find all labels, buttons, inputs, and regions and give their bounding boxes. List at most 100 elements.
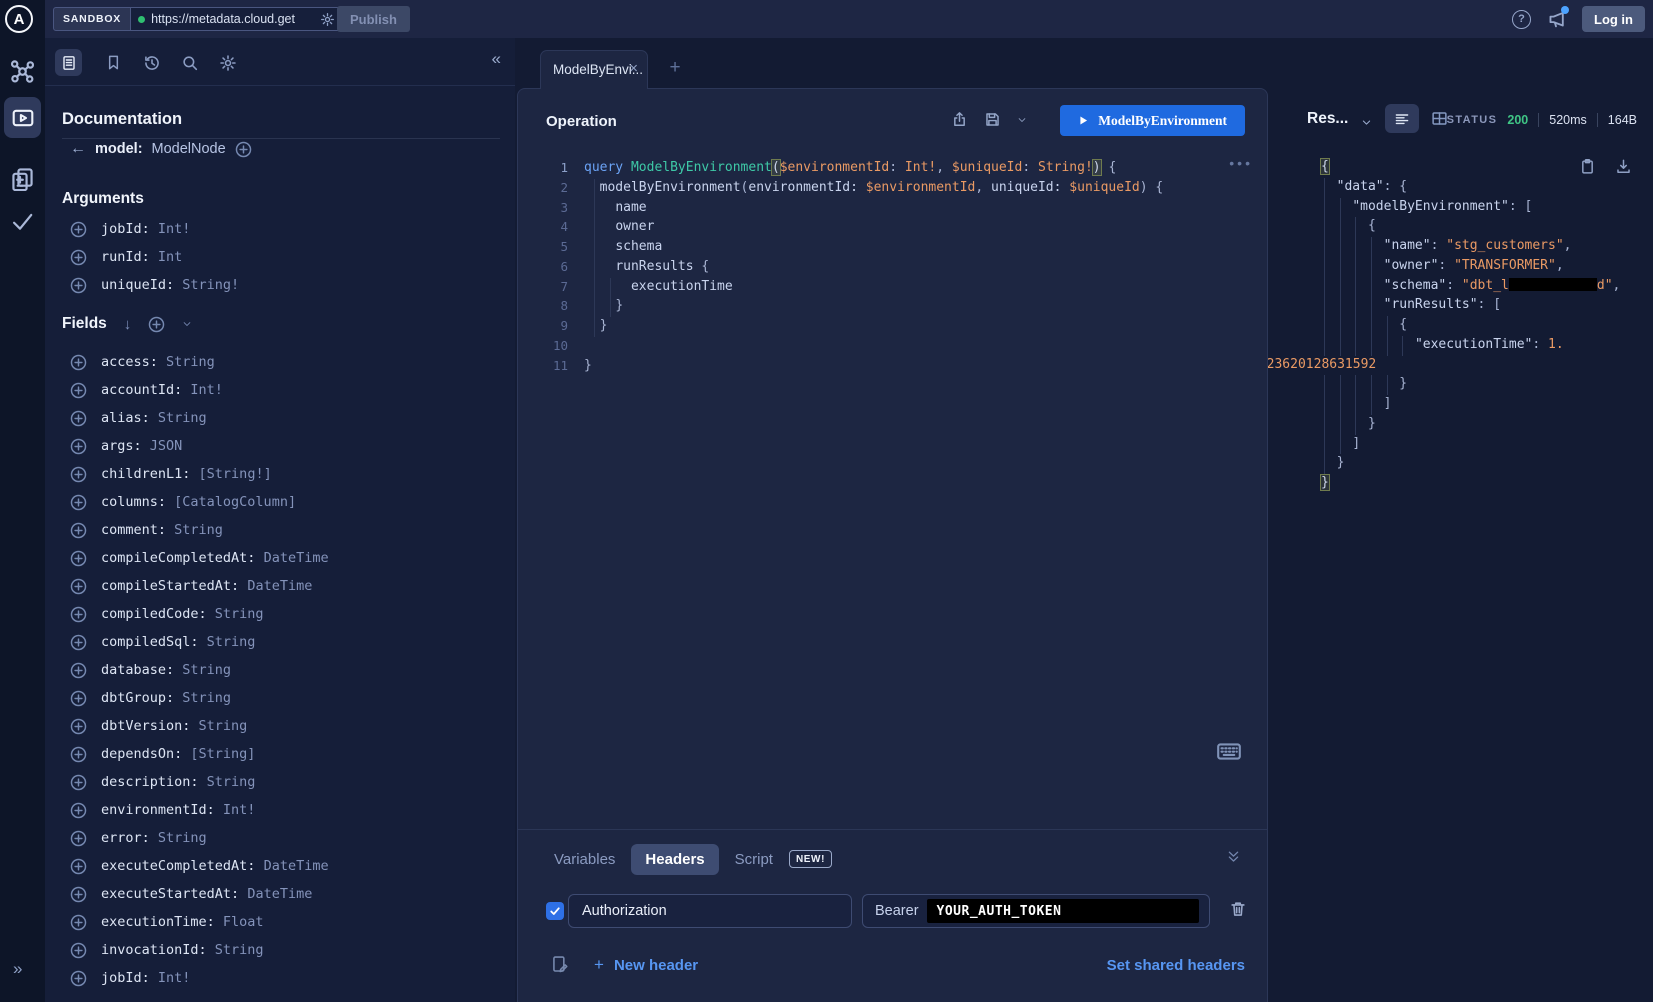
tab-variables[interactable]: Variables [554,851,615,868]
settings-gear-icon[interactable] [219,54,237,72]
add-all-fields-icon[interactable] [148,316,165,333]
announcements-icon[interactable] [1546,9,1567,30]
add-to-query-icon[interactable] [70,774,87,791]
help-icon[interactable]: ? [1512,10,1531,29]
field-row[interactable]: executeCompletedAt: DateTime [70,856,329,876]
add-to-query-icon[interactable] [70,277,87,294]
field-row[interactable]: args: JSON [70,436,182,456]
collapse-panel-icon[interactable] [1226,849,1241,864]
collapse-docs-icon[interactable]: « [492,49,501,69]
operation-collections-icon[interactable] [10,166,35,191]
tab-script[interactable]: Script [735,851,773,868]
documentation-tab-selected[interactable] [55,49,82,76]
header-value-input[interactable]: Bearer YOUR_AUTH_TOKEN [862,894,1210,928]
argument-row[interactable]: jobId: Int! [70,219,190,239]
add-to-query-icon[interactable] [70,830,87,847]
field-row[interactable]: dependsOn: [String] [70,744,255,764]
field-row[interactable]: invocationId: String [70,940,264,960]
expand-rail-icon[interactable]: » [13,959,22,979]
field-row[interactable]: accountId: Int! [70,380,223,400]
bookmarks-icon[interactable] [105,54,122,71]
add-to-query-icon[interactable] [70,746,87,763]
add-to-query-icon[interactable] [70,466,87,483]
header-enabled-checkbox[interactable] [546,902,564,920]
chevron-down-icon[interactable] [182,319,192,329]
raw-view-toggle-selected[interactable] [1385,104,1419,133]
add-to-query-icon[interactable] [70,970,87,987]
field-row[interactable]: database: String [70,660,231,680]
schema-graph-icon[interactable] [10,59,35,84]
add-to-query-icon[interactable] [70,858,87,875]
search-icon[interactable] [181,54,199,72]
add-to-query-icon[interactable] [70,578,87,595]
argument-row[interactable]: runId: Int [70,247,182,267]
field-row[interactable]: compiledSql: String [70,632,255,652]
sort-fields-icon[interactable]: ↓ [124,316,132,333]
field-row[interactable]: dbtGroup: String [70,688,231,708]
checks-icon[interactable] [10,209,35,234]
response-title[interactable]: Res... [1307,110,1348,128]
field-row[interactable]: columns: [CatalogColumn] [70,492,296,512]
field-row[interactable]: compiledCode: String [70,604,264,624]
operation-tab[interactable]: ModelByEnvi... × [540,50,648,89]
add-to-query-icon[interactable] [70,382,87,399]
crumb-type-link[interactable]: ModelNode [152,141,226,157]
add-to-query-icon[interactable] [70,634,87,651]
field-row[interactable]: compileCompletedAt: DateTime [70,548,329,568]
add-to-query-icon[interactable] [70,354,87,371]
field-row[interactable]: dbtVersion: String [70,716,247,736]
add-to-query-icon[interactable] [70,522,87,539]
new-header-button[interactable]: + New header [594,955,698,975]
add-to-query-icon[interactable] [70,662,87,679]
field-row[interactable]: description: String [70,772,255,792]
keyboard-shortcuts-icon[interactable] [1217,743,1241,760]
field-row[interactable]: compileStartedAt: DateTime [70,576,312,596]
table-view-toggle-icon[interactable] [1431,110,1448,127]
new-tab-icon[interactable]: + [664,57,686,79]
save-dropdown-chevron-icon[interactable] [1017,115,1027,125]
add-to-query-icon[interactable] [70,942,87,959]
apollo-logo[interactable]: A [0,0,45,38]
login-button[interactable]: Log in [1582,6,1645,32]
explorer-nav-selected[interactable] [4,97,41,138]
add-to-query-icon[interactable] [70,221,87,238]
add-to-query-icon[interactable] [70,494,87,511]
add-to-query-icon[interactable] [70,550,87,567]
set-shared-headers-link[interactable]: Set shared headers [1107,957,1245,974]
run-operation-button[interactable]: ModelByEnvironment [1060,105,1245,136]
field-row[interactable]: childrenL1: [String!] [70,464,272,484]
back-arrow-icon[interactable]: ← [70,140,86,158]
add-to-query-icon[interactable] [70,249,87,266]
tab-headers-selected[interactable]: Headers [631,844,718,875]
header-presets-icon[interactable] [551,955,569,973]
endpoint-settings-icon[interactable] [320,12,335,27]
add-to-query-icon[interactable] [70,410,87,427]
header-name-input[interactable]: Authorization [568,894,852,928]
field-row[interactable]: alias: String [70,408,207,428]
add-to-query-icon[interactable] [70,438,87,455]
field-row[interactable]: environmentId: Int! [70,800,255,820]
history-icon[interactable] [143,54,161,72]
field-row[interactable]: executeStartedAt: DateTime [70,884,312,904]
save-icon[interactable] [984,111,1001,128]
add-to-query-icon[interactable] [70,802,87,819]
field-row[interactable]: comment: String [70,520,223,540]
add-to-query-icon[interactable] [70,914,87,931]
field-row[interactable]: executionTime: Float [70,912,264,932]
add-to-query-icon[interactable] [70,718,87,735]
add-to-query-icon[interactable] [235,141,252,158]
add-to-query-icon[interactable] [70,886,87,903]
close-tab-icon[interactable]: × [629,60,638,77]
field-row[interactable]: access: String [70,352,215,372]
add-to-query-icon[interactable] [70,690,87,707]
argument-row[interactable]: uniqueId: String! [70,275,239,295]
add-to-query-icon[interactable] [70,606,87,623]
delete-header-icon[interactable] [1229,900,1247,918]
share-icon[interactable] [951,111,968,128]
operation-editor[interactable]: 1query ModelByEnvironment($environmentId… [518,151,1267,823]
field-row[interactable]: error: String [70,828,207,848]
response-dropdown-chevron-icon[interactable] [1361,117,1372,128]
publish-button[interactable]: Publish [337,6,410,32]
field-row[interactable]: jobId: Int! [70,968,190,988]
endpoint-input[interactable]: https://metadata.cloud.get [131,7,343,31]
